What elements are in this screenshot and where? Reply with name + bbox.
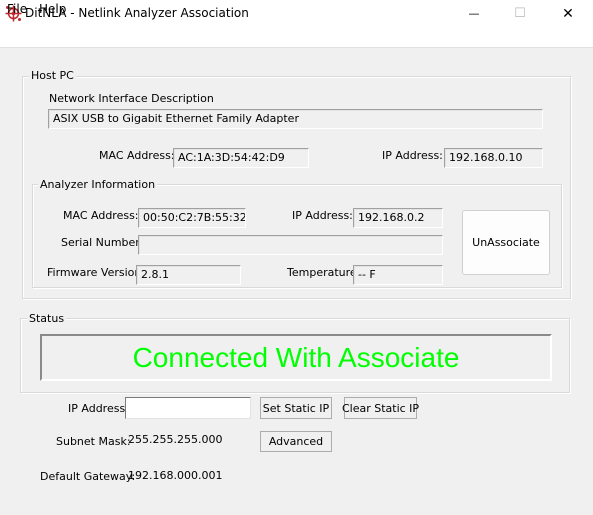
temperature-label: Temperature [287, 266, 357, 279]
firmware-version-label: Firmware Version: [47, 266, 146, 279]
host-pc-group-label: Host PC [29, 69, 76, 82]
analyzer-ip-field: 192.168.0.2 [353, 208, 443, 228]
host-ip-field: 192.168.0.10 [444, 148, 543, 168]
analyzer-ip-label: IP Address: [292, 209, 353, 222]
minimize-button[interactable]: — [451, 0, 497, 27]
menu-divider [0, 47, 593, 48]
menu-file[interactable]: File [7, 2, 27, 16]
menu-help[interactable]: Help [39, 2, 66, 16]
nic-description-field: ASIX USB to Gigabit Ethernet Family Adap… [48, 109, 543, 129]
analyzer-mac-field: 00:50:C2:7B:55:32 [138, 208, 246, 228]
default-gateway-label: Default Gateway: [40, 470, 136, 483]
static-ip-label: IP Address: [68, 402, 129, 415]
status-group-label: Status [27, 312, 67, 325]
host-mac-field: AC:1A:3D:54:42:D9 [173, 148, 309, 168]
host-mac-label: MAC Address: [99, 149, 175, 162]
advanced-button[interactable]: Advanced [260, 431, 332, 452]
set-static-ip-button[interactable]: Set Static IP [260, 397, 332, 419]
static-ip-input[interactable] [125, 397, 251, 419]
host-ip-label: IP Address: [382, 149, 443, 162]
analyzer-info-group-label: Analyzer Information [38, 178, 158, 191]
minimize-icon: — [468, 7, 480, 20]
nic-label: Network Interface Description [49, 92, 214, 105]
menu-bar [0, 27, 593, 47]
close-button[interactable]: ✕ [545, 0, 591, 27]
temperature-field: -- F [353, 265, 443, 285]
status-message: Connected With Associate [40, 334, 552, 381]
default-gateway-value: 192.168.000.001 [128, 469, 223, 482]
maximize-icon: ☐ [514, 6, 526, 21]
firmware-version-field: 2.8.1 [136, 265, 241, 285]
serial-number-field [138, 235, 443, 255]
subnet-mask-label: Subnet Mask: [56, 435, 131, 448]
subnet-mask-value: 255.255.255.000 [128, 433, 223, 446]
unassociate-button[interactable]: UnAssociate [462, 210, 550, 275]
serial-number-label: Serial Number: [61, 236, 144, 249]
analyzer-mac-label: MAC Address: [63, 209, 139, 222]
close-icon: ✕ [562, 5, 574, 22]
maximize-button[interactable]: ☐ [497, 0, 543, 27]
clear-static-ip-button[interactable]: Clear Static IP [342, 397, 419, 419]
